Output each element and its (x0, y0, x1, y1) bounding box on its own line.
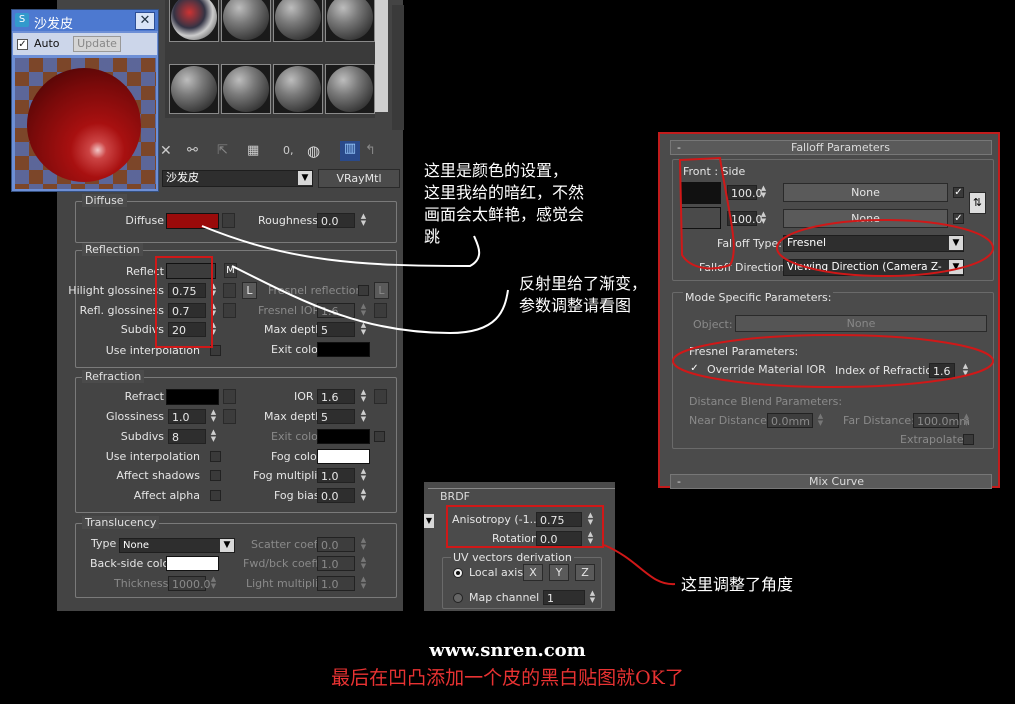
reflect-note-line: 反射里给了渐变， (519, 274, 648, 293)
final-note: 最后在凹凸添加一个皮的黑白贴图就OK了 (331, 667, 684, 689)
diffuse-note-line: 这里我给的暗红，不然 (424, 183, 585, 202)
front-side-ellipse (678, 156, 735, 270)
reflect-note: 反射里给了渐变， 参数调整请看图 (519, 273, 669, 317)
falloff-type-ellipse (776, 219, 994, 277)
diffuse-note-line: 画面会太鲜艳，感觉会 (424, 205, 585, 224)
annotation-strokes (201, 156, 994, 586)
fresnel-params-ellipse (672, 334, 994, 388)
brdf-note: 这里调整了角度 (681, 575, 794, 594)
brdf-connector (603, 544, 676, 586)
reflect-note-line: 参数调整请看图 (519, 296, 632, 315)
diffuse-note-line: 这里是颜色的设置， (424, 161, 569, 180)
diffuse-note: 这里是颜色的设置， 这里我给的暗红，不然 画面会太鲜艳，感觉会 跳 (424, 160, 624, 248)
diffuse-note-line: 跳 (424, 227, 441, 246)
site-url: www.snren.com (429, 640, 586, 661)
reflect-connector (231, 265, 509, 335)
